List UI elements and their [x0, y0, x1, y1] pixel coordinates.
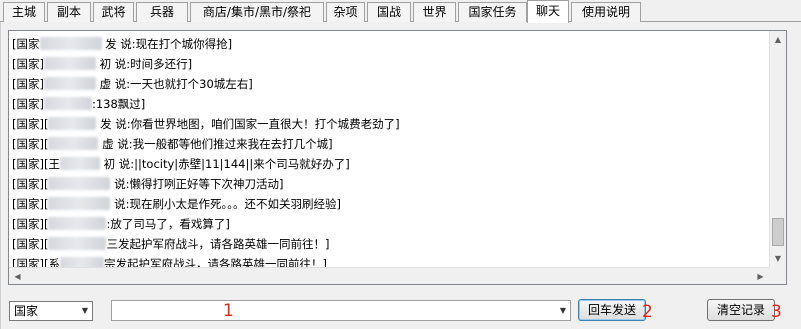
chat-line: [国家] 虚 说:一天也就打个30城左右] — [12, 77, 253, 91]
clear-records-button[interactable]: 清空记录 — [707, 299, 775, 321]
chat-line: [国家][:放了司马了，看戏算了] — [12, 217, 230, 231]
annotation-1: 1 — [223, 301, 234, 321]
chevron-down-icon: ▼ — [81, 306, 88, 315]
tab-national-war[interactable]: 国战 — [367, 2, 411, 22]
chat-horizontal-scrollbar[interactable]: ◀ ▶ — [9, 267, 769, 284]
chat-line: [国家][ 发 说:你看世界地图，咱们国家一直很大！打个城费老劲了] — [12, 117, 400, 131]
chat-line: [国家][三发起护军府战斗，请各路英雄一同前往！] — [12, 237, 330, 251]
tab-weapons[interactable]: 兵器 — [136, 2, 188, 22]
channel-select[interactable]: 国家 ▼ — [9, 301, 93, 321]
send-button[interactable]: 回车发送 — [578, 299, 646, 321]
chat-line: [国家][ 虚 说:我一般都等他们推过来我在去打几个城] — [12, 137, 333, 151]
scroll-up-icon[interactable]: ▲ — [770, 31, 786, 48]
tab-bar: 主城 副本 武将 兵器 商店/集市/黑市/祭祀 杂项 国战 世界 国家任务 聊天… — [0, 0, 801, 23]
tab-misc[interactable]: 杂项 — [326, 2, 365, 22]
scroll-left-icon[interactable]: ◀ — [9, 268, 26, 285]
scrollbar-thumb[interactable] — [772, 218, 784, 246]
tab-chat[interactable]: 聊天 — [527, 0, 569, 23]
tab-world[interactable]: 世界 — [413, 2, 456, 22]
scrollbar-corner — [769, 267, 786, 284]
annotation-3: 3 — [771, 302, 782, 322]
tab-dungeon[interactable]: 副本 — [47, 2, 91, 22]
tab-national-tasks[interactable]: 国家任务 — [458, 2, 527, 22]
tab-shop-market[interactable]: 商店/集市/黑市/祭祀 — [190, 2, 324, 22]
chat-line: [国家]:138飘过] — [12, 97, 146, 111]
chat-lines: [国家 发 说:现在打个城你得抢] [国家] 初 说:时间多还行] [国家] 虚… — [12, 34, 767, 274]
scroll-down-icon[interactable]: ▼ — [770, 250, 786, 267]
chat-vertical-scrollbar[interactable]: ▲ ▼ — [769, 31, 786, 267]
chat-line: [国家] 初 说:时间多还行] — [12, 57, 193, 71]
message-input[interactable]: ▼ — [111, 300, 571, 321]
tab-main-city[interactable]: 主城 — [3, 2, 45, 22]
chevron-down-icon[interactable]: ▼ — [560, 301, 566, 321]
annotation-2: 2 — [642, 302, 653, 322]
chat-line: [国家][王 初 说:||tocity|赤壁|11|144||来个司马就好办了] — [12, 157, 350, 171]
chat-line: [国家 发 说:现在打个城你得抢] — [12, 37, 233, 51]
chat-log[interactable]: [国家 发 说:现在打个城你得抢] [国家] 初 说:时间多还行] [国家] 虚… — [8, 30, 787, 285]
chat-line: [国家][ 说:现在刷小太是作死。。。还不如关羽刷经验] — [12, 197, 341, 211]
tab-instructions[interactable]: 使用说明 — [571, 2, 641, 22]
channel-select-value: 国家 — [14, 304, 39, 318]
scroll-right-icon[interactable]: ▶ — [752, 268, 769, 285]
chat-line: [国家][ 说:懒得打咧正好等下次神刀活动] — [12, 177, 284, 191]
tab-generals[interactable]: 武将 — [93, 2, 134, 22]
